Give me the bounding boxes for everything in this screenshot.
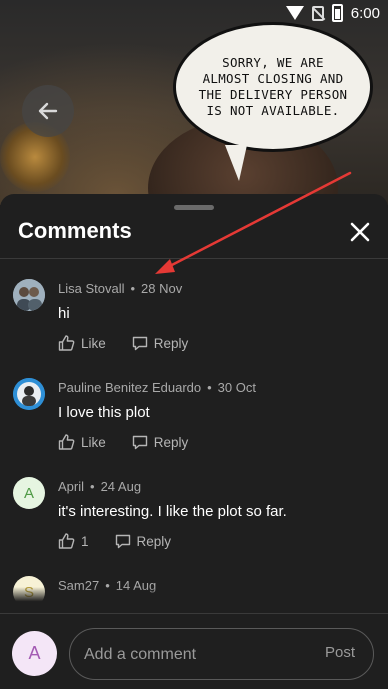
reply-button[interactable]: Reply bbox=[115, 533, 172, 549]
comment-meta: April • 24 Aug bbox=[58, 479, 142, 494]
drag-handle[interactable] bbox=[174, 205, 214, 210]
comment-date: 30 Oct bbox=[217, 380, 256, 395]
reply-button[interactable]: Reply bbox=[132, 434, 189, 450]
speech-bubble-text: SORRY, WE ARE ALMOST CLOSING AND THE DEL… bbox=[198, 55, 348, 118]
battery-icon bbox=[331, 4, 343, 22]
reply-label: Reply bbox=[136, 533, 172, 549]
comment-text: it's interesting. I like the plot so far… bbox=[58, 503, 287, 520]
reply-button[interactable]: Reply bbox=[132, 335, 189, 351]
avatar[interactable] bbox=[13, 279, 45, 311]
status-bar: 6:00 bbox=[285, 2, 380, 24]
back-button[interactable] bbox=[22, 85, 74, 137]
like-label: Like bbox=[81, 335, 106, 351]
speech-bubble: SORRY, WE ARE ALMOST CLOSING AND THE DEL… bbox=[173, 22, 373, 152]
reply-label: Reply bbox=[153, 434, 189, 450]
reply-label: Reply bbox=[153, 335, 189, 351]
like-button[interactable]: Like bbox=[58, 434, 106, 450]
status-time: 6:00 bbox=[350, 4, 380, 22]
close-icon bbox=[350, 222, 370, 242]
comment-text: hi bbox=[58, 305, 70, 322]
comment-author[interactable]: Pauline Benitez Eduardo bbox=[58, 380, 201, 395]
sheet-title: Comments bbox=[18, 218, 132, 243]
comment-text: I love this plot bbox=[58, 404, 150, 421]
signal-icon bbox=[285, 6, 304, 20]
comment-meta: Pauline Benitez Eduardo • 30 Oct bbox=[58, 380, 256, 395]
comment-date: 24 Aug bbox=[100, 479, 142, 494]
comment-input[interactable] bbox=[82, 629, 306, 681]
comment-composer: Post bbox=[69, 628, 374, 681]
comment-meta: Lisa Stovall • 28 Nov bbox=[58, 281, 183, 296]
like-button[interactable]: 1 bbox=[58, 533, 89, 549]
comments-list[interactable]: Lisa Stovall • 28 Nov hi Like Reply Paul… bbox=[0, 259, 388, 603]
thumbs-up-icon bbox=[58, 434, 75, 450]
avatar-photo bbox=[13, 279, 45, 311]
comment-actions: Like Reply bbox=[58, 434, 214, 450]
reply-icon bbox=[132, 435, 147, 449]
like-count: 1 bbox=[81, 533, 89, 549]
close-button[interactable] bbox=[346, 218, 374, 246]
reply-icon bbox=[115, 534, 130, 548]
comment-actions: 1 Reply bbox=[58, 533, 197, 549]
comment-date: 28 Nov bbox=[141, 281, 183, 296]
no-sim-icon bbox=[311, 5, 324, 21]
post-button[interactable]: Post bbox=[325, 644, 355, 661]
list-fade bbox=[0, 587, 388, 603]
avatar-photo bbox=[13, 378, 45, 410]
comment-author[interactable]: April bbox=[58, 479, 84, 494]
reply-icon bbox=[132, 336, 147, 350]
thumbs-up-icon bbox=[58, 533, 75, 549]
comment-actions: Like Reply bbox=[58, 335, 214, 351]
divider bbox=[0, 613, 388, 614]
comments-sheet: Comments Lisa Stovall • 28 Nov hi Like R… bbox=[0, 194, 388, 689]
avatar[interactable]: A bbox=[13, 477, 45, 509]
comment-author[interactable]: Lisa Stovall bbox=[58, 281, 124, 296]
user-avatar: A bbox=[12, 631, 57, 676]
speech-bubble-tail bbox=[225, 145, 247, 181]
avatar[interactable] bbox=[13, 378, 45, 410]
thumbs-up-icon bbox=[58, 335, 75, 351]
like-button[interactable]: Like bbox=[58, 335, 106, 351]
arrow-left-icon bbox=[38, 102, 58, 120]
like-label: Like bbox=[81, 434, 106, 450]
